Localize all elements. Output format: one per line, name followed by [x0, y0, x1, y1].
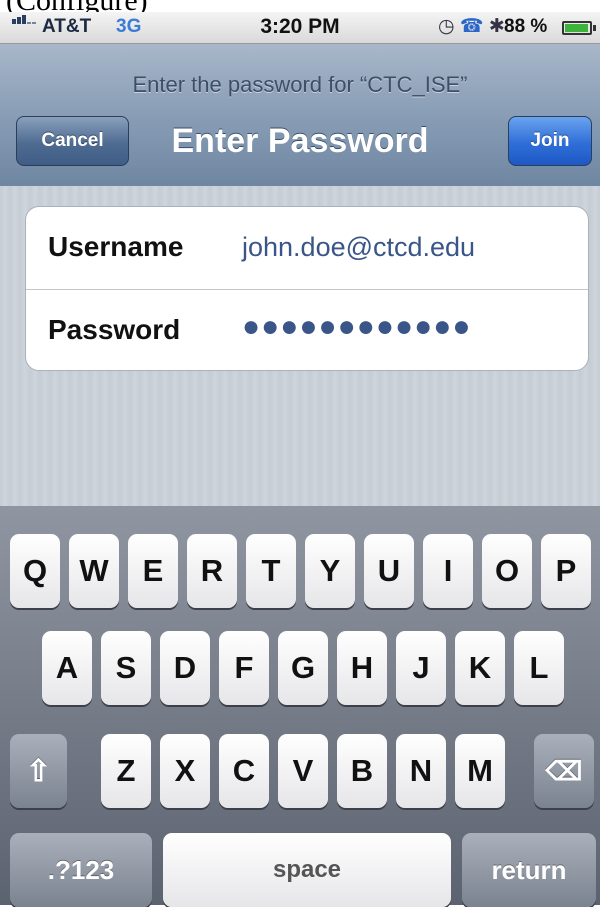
username-field[interactable]: john.doe@ctcd.edu	[242, 232, 475, 263]
key-d[interactable]: D	[160, 631, 210, 705]
key-v[interactable]: V	[278, 734, 328, 808]
key-q[interactable]: Q	[10, 534, 60, 608]
username-row[interactable]: Username john.doe@ctcd.edu	[26, 207, 588, 289]
key-n[interactable]: N	[396, 734, 446, 808]
status-bar: AT&T 3G 3:20 PM ◷ ☎ ✱ 88 %	[0, 12, 600, 44]
battery-percentage: 88 %	[504, 16, 548, 37]
battery-icon	[562, 21, 596, 35]
battery-fill	[565, 24, 588, 32]
password-field[interactable]: ●●●●●●●●●●●●	[242, 310, 471, 344]
key-j[interactable]: J	[396, 631, 446, 705]
key-m[interactable]: M	[455, 734, 505, 808]
shift-icon: ⇧	[25, 754, 52, 788]
key-l[interactable]: L	[514, 631, 564, 705]
key-o[interactable]: O	[482, 534, 532, 608]
credentials-group: Username john.doe@ctcd.edu Password ●●●●…	[25, 206, 589, 371]
key-i[interactable]: I	[423, 534, 473, 608]
space-key[interactable]: space	[163, 833, 451, 907]
delete-key[interactable]: ⌫	[534, 734, 594, 808]
key-a[interactable]: A	[42, 631, 92, 705]
key-f[interactable]: F	[219, 631, 269, 705]
delete-icon: ⌫	[545, 755, 583, 786]
password-prompt: Enter the password for “CTC_ISE”	[132, 72, 468, 97]
key-z[interactable]: Z	[101, 734, 151, 808]
key-c[interactable]: C	[219, 734, 269, 808]
shift-key[interactable]: ⇧	[10, 734, 67, 808]
form-area: Username john.doe@ctcd.edu Password ●●●●…	[0, 186, 600, 506]
bluetooth-icon: ✱	[488, 16, 505, 37]
key-h[interactable]: H	[337, 631, 387, 705]
key-b[interactable]: B	[337, 734, 387, 808]
navigation-bar: Enter the password for “CTC_ISE” Cancel …	[0, 44, 600, 187]
document-header-fragment: (Configure)	[0, 0, 600, 12]
keyboard: ⇧ ⌫ .?123 space return QWERTYUIOP ASDFGHJ…	[0, 506, 600, 907]
key-g[interactable]: G	[278, 631, 328, 705]
key-w[interactable]: W	[69, 534, 119, 608]
key-t[interactable]: T	[246, 534, 296, 608]
key-k[interactable]: K	[455, 631, 505, 705]
key-s[interactable]: S	[101, 631, 151, 705]
key-p[interactable]: P	[541, 534, 591, 608]
password-label: Password	[48, 314, 181, 345]
return-key[interactable]: return	[462, 833, 596, 907]
key-r[interactable]: R	[187, 534, 237, 608]
clock-icon: ◷	[438, 16, 455, 37]
key-e[interactable]: E	[128, 534, 178, 608]
numbers-key[interactable]: .?123	[10, 833, 152, 907]
password-row[interactable]: Password ●●●●●●●●●●●●	[26, 289, 588, 370]
username-label: Username	[48, 231, 184, 262]
key-x[interactable]: X	[160, 734, 210, 808]
key-u[interactable]: U	[364, 534, 414, 608]
join-button[interactable]: Join	[508, 116, 592, 166]
wifi-icon: ☎	[459, 16, 484, 37]
key-y[interactable]: Y	[305, 534, 355, 608]
